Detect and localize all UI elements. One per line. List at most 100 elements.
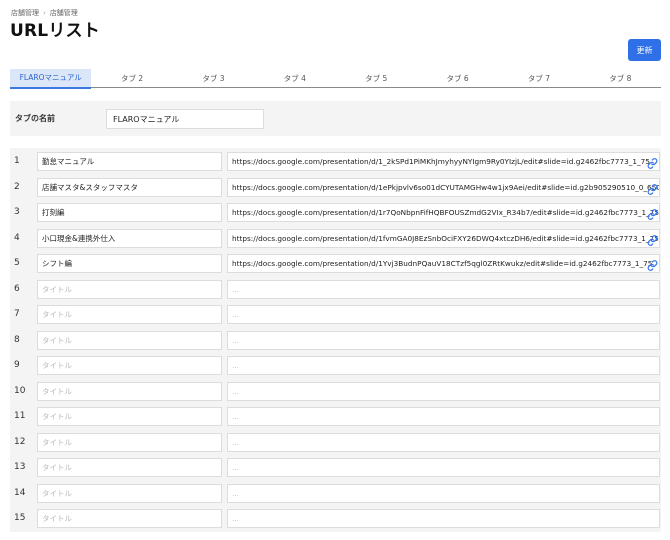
table-row: 13 タイトル...	[10, 455, 661, 481]
url-input[interactable]: ...	[227, 458, 660, 477]
url-placeholder: ...	[232, 284, 239, 294]
url-placeholder: ...	[232, 514, 239, 523]
table-row: 7 タイトル...	[10, 302, 661, 328]
table-row: 4 小口現金&連携外仕入 https://docs.google.com/prese…	[10, 226, 661, 252]
row-number: 8	[14, 334, 20, 345]
title-placeholder: タイトル	[42, 386, 72, 396]
row-number: 5	[14, 258, 20, 268]
tab-7[interactable]: タブ 7	[498, 69, 579, 87]
table-row: 10 タイトル...	[10, 379, 661, 405]
title-input[interactable]: 勤怠マニュアル	[37, 152, 222, 171]
url-input[interactable]: ...	[227, 330, 660, 350]
title-placeholder: タイトル	[42, 514, 72, 523]
row-number: 4	[14, 232, 20, 243]
table-row: 11 タイトル...	[10, 404, 661, 430]
tab-8[interactable]: タブ 8	[580, 69, 661, 87]
url-placeholder: ...	[232, 386, 239, 396]
row-number: 1	[14, 156, 20, 166]
url-placeholder: ...	[232, 488, 239, 498]
table-row: 1 勤怠マニュアル https://docs.google.com/presenta…	[10, 149, 661, 175]
title-placeholder: タイトル	[42, 412, 72, 421]
row-number: 9	[14, 360, 20, 370]
url-input[interactable]: ...	[227, 483, 660, 503]
title-input[interactable]: タイトル	[37, 279, 222, 299]
url-placeholder: ...	[232, 437, 239, 447]
url-input[interactable]: ...	[227, 356, 660, 375]
tab-name-panel: タブの名前 FLAROマニュアル	[10, 101, 661, 136]
title-input[interactable]: タイトル	[37, 509, 222, 528]
url-placeholder: ...	[232, 335, 239, 345]
link-icon[interactable]	[647, 180, 658, 195]
tab-1[interactable]: FLAROマニュアル	[10, 69, 92, 89]
title-input[interactable]: タイトル	[37, 483, 222, 503]
row-number: 10	[14, 385, 26, 396]
url-placeholder: ...	[232, 463, 239, 472]
title-input[interactable]: タイトル	[37, 432, 222, 452]
title-input[interactable]: 小口現金&連携外仕入	[37, 228, 222, 248]
table-row: 9 タイトル...	[10, 353, 661, 379]
url-input[interactable]: https://docs.google.com/presentation/d/1…	[227, 203, 660, 222]
row-number: 2	[14, 181, 20, 192]
table-row: 2 店舗マスタ&スタッフマスタ https://docs.google.com/pr…	[10, 175, 661, 201]
url-input[interactable]: ...	[227, 381, 660, 401]
url-input[interactable]: https://docs.google.com/presentation/d/1…	[227, 152, 660, 171]
title-placeholder: タイトル	[42, 463, 72, 472]
url-input[interactable]: https://docs.google.com/presentation/d/1…	[227, 228, 660, 248]
title-placeholder: タイトル	[42, 437, 72, 447]
link-icon[interactable]	[647, 256, 658, 271]
url-input[interactable]: ...	[227, 509, 660, 528]
row-number: 3	[14, 207, 20, 217]
url-list-panel: 1 勤怠マニュアル https://docs.google.com/presenta…	[10, 148, 661, 532]
url-placeholder: ...	[232, 310, 239, 319]
title-input[interactable]: シフト編	[37, 254, 222, 273]
table-row: 6 タイトル...	[10, 277, 661, 303]
url-input[interactable]: ...	[227, 407, 660, 426]
title-input[interactable]: タイトル	[37, 381, 222, 401]
tab-name-input[interactable]: FLAROマニュアル	[106, 109, 264, 129]
tab-name-label: タブの名前	[15, 114, 55, 123]
tab-5[interactable]: タブ 5	[336, 69, 417, 87]
row-number: 6	[14, 283, 20, 294]
row-number: 13	[14, 462, 26, 472]
tab-2[interactable]: タブ 2	[91, 69, 172, 87]
title-placeholder: タイトル	[42, 310, 72, 319]
link-icon[interactable]	[647, 154, 658, 169]
title-placeholder: タイトル	[42, 284, 72, 294]
url-input[interactable]: https://docs.google.com/presentation/d/1…	[227, 254, 660, 273]
link-icon[interactable]	[647, 231, 658, 246]
title-input[interactable]: 店舗マスタ&スタッフマスタ	[37, 177, 222, 197]
url-input[interactable]: ...	[227, 279, 660, 299]
title-placeholder: タイトル	[42, 488, 72, 498]
url-input[interactable]: ...	[227, 432, 660, 452]
url-placeholder: ...	[232, 412, 239, 421]
row-number: 15	[14, 513, 26, 523]
title-input[interactable]: タイトル	[37, 458, 222, 477]
link-icon[interactable]	[647, 205, 658, 220]
title-placeholder: タイトル	[42, 335, 72, 345]
url-input[interactable]: ...	[227, 305, 660, 324]
title-input[interactable]: タイトル	[37, 356, 222, 375]
row-number: 14	[14, 487, 26, 498]
url-placeholder: ...	[232, 361, 239, 370]
tab-3[interactable]: タブ 3	[173, 69, 254, 87]
tab-6[interactable]: タブ 6	[417, 69, 498, 87]
row-number: 11	[14, 411, 26, 421]
update-button[interactable]: 更新	[628, 39, 661, 61]
table-row: 8 タイトル...	[10, 328, 661, 354]
tab-bar: FLAROマニュアル タブ 2 タブ 3 タブ 4 タブ 5 タブ 6 タブ 7 タブ 8	[10, 69, 661, 89]
table-row: 3 打刻編 https://docs.google.com/presentation…	[10, 200, 661, 226]
title-input[interactable]: タイトル	[37, 305, 222, 324]
table-row: 5 シフト編 https://docs.google.com/presentatio…	[10, 251, 661, 277]
table-row: 12 タイトル...	[10, 430, 661, 456]
table-row: 14 タイトル...	[10, 481, 661, 507]
row-number: 12	[14, 436, 26, 447]
table-row: 15 タイトル...	[10, 506, 661, 532]
row-number: 7	[14, 309, 20, 319]
title-input[interactable]: タイトル	[37, 407, 222, 426]
title-input[interactable]: タイトル	[37, 330, 222, 350]
tab-4[interactable]: タブ 4	[254, 69, 335, 87]
url-input[interactable]: https://docs.google.com/presentation/d/1…	[227, 177, 660, 197]
page-title: URLリスト	[10, 21, 100, 41]
title-input[interactable]: 打刻編	[37, 203, 222, 222]
title-placeholder: タイトル	[42, 361, 72, 370]
